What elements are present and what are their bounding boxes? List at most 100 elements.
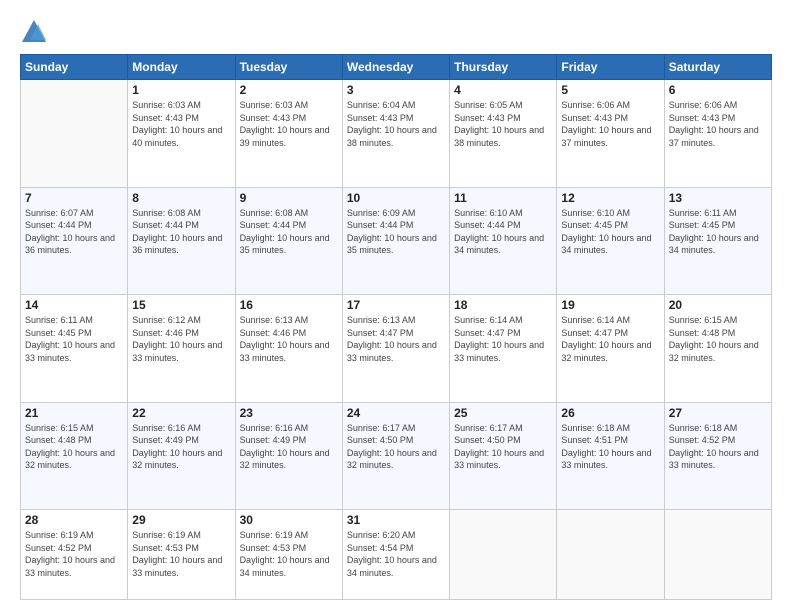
- day-info: Sunrise: 6:08 AMSunset: 4:44 PMDaylight:…: [240, 207, 338, 257]
- day-info: Sunrise: 6:19 AMSunset: 4:53 PMDaylight:…: [132, 529, 230, 579]
- weekday-header-thursday: Thursday: [450, 55, 557, 80]
- calendar-day-cell: 7 Sunrise: 6:07 AMSunset: 4:44 PMDaylight…: [21, 187, 128, 295]
- day-number: 12: [561, 191, 659, 205]
- day-number: 9: [240, 191, 338, 205]
- day-number: 1: [132, 83, 230, 97]
- day-number: 22: [132, 406, 230, 420]
- calendar-day-cell: 15 Sunrise: 6:12 AMSunset: 4:46 PMDayligh…: [128, 295, 235, 403]
- day-number: 2: [240, 83, 338, 97]
- day-number: 29: [132, 513, 230, 527]
- day-number: 5: [561, 83, 659, 97]
- day-info: Sunrise: 6:13 AMSunset: 4:47 PMDaylight:…: [347, 314, 445, 364]
- day-info: Sunrise: 6:03 AMSunset: 4:43 PMDaylight:…: [132, 99, 230, 149]
- calendar-day-cell: 27 Sunrise: 6:18 AMSunset: 4:52 PMDayligh…: [664, 402, 771, 510]
- calendar-week-row: 1 Sunrise: 6:03 AMSunset: 4:43 PMDaylight…: [21, 80, 772, 188]
- weekday-header-wednesday: Wednesday: [342, 55, 449, 80]
- day-info: Sunrise: 6:15 AMSunset: 4:48 PMDaylight:…: [25, 422, 123, 472]
- day-info: Sunrise: 6:06 AMSunset: 4:43 PMDaylight:…: [669, 99, 767, 149]
- calendar-table: SundayMondayTuesdayWednesdayThursdayFrid…: [20, 54, 772, 600]
- day-number: 26: [561, 406, 659, 420]
- page: SundayMondayTuesdayWednesdayThursdayFrid…: [0, 0, 792, 612]
- weekday-header-sunday: Sunday: [21, 55, 128, 80]
- day-number: 19: [561, 298, 659, 312]
- day-info: Sunrise: 6:17 AMSunset: 4:50 PMDaylight:…: [454, 422, 552, 472]
- calendar-week-row: 21 Sunrise: 6:15 AMSunset: 4:48 PMDayligh…: [21, 402, 772, 510]
- logo: [20, 18, 52, 46]
- day-number: 15: [132, 298, 230, 312]
- day-info: Sunrise: 6:11 AMSunset: 4:45 PMDaylight:…: [25, 314, 123, 364]
- day-info: Sunrise: 6:13 AMSunset: 4:46 PMDaylight:…: [240, 314, 338, 364]
- day-info: Sunrise: 6:20 AMSunset: 4:54 PMDaylight:…: [347, 529, 445, 579]
- calendar-header-row: SundayMondayTuesdayWednesdayThursdayFrid…: [21, 55, 772, 80]
- day-number: 14: [25, 298, 123, 312]
- weekday-header-saturday: Saturday: [664, 55, 771, 80]
- calendar-day-cell: 20Sunrise: 6:15 AMSunset: 4:48 PMDayligh…: [664, 295, 771, 403]
- day-info: Sunrise: 6:10 AMSunset: 4:44 PMDaylight:…: [454, 207, 552, 257]
- weekday-header-monday: Monday: [128, 55, 235, 80]
- header: [20, 18, 772, 46]
- day-number: 24: [347, 406, 445, 420]
- calendar-day-cell: 16Sunrise: 6:13 AMSunset: 4:46 PMDayligh…: [235, 295, 342, 403]
- day-number: 10: [347, 191, 445, 205]
- calendar-day-cell: 8Sunrise: 6:08 AMSunset: 4:44 PMDaylight…: [128, 187, 235, 295]
- day-info: Sunrise: 6:16 AMSunset: 4:49 PMDaylight:…: [132, 422, 230, 472]
- day-number: 27: [669, 406, 767, 420]
- day-info: Sunrise: 6:12 AMSunset: 4:46 PMDaylight:…: [132, 314, 230, 364]
- calendar-day-cell: 18 Sunrise: 6:14 AMSunset: 4:47 PMDayligh…: [450, 295, 557, 403]
- day-info: Sunrise: 6:07 AMSunset: 4:44 PMDaylight:…: [25, 207, 123, 257]
- calendar-day-cell: 2 Sunrise: 6:03 AMSunset: 4:43 PMDaylight…: [235, 80, 342, 188]
- calendar-week-row: 14 Sunrise: 6:11 AMSunset: 4:45 PMDayligh…: [21, 295, 772, 403]
- logo-icon: [20, 18, 48, 46]
- day-info: Sunrise: 6:19 AMSunset: 4:53 PMDaylight:…: [240, 529, 338, 579]
- day-info: Sunrise: 6:14 AMSunset: 4:47 PMDaylight:…: [454, 314, 552, 364]
- calendar-day-cell: 30 Sunrise: 6:19 AMSunset: 4:53 PMDayligh…: [235, 510, 342, 600]
- weekday-header-friday: Friday: [557, 55, 664, 80]
- calendar-day-cell: [557, 510, 664, 600]
- day-number: 28: [25, 513, 123, 527]
- day-info: Sunrise: 6:03 AMSunset: 4:43 PMDaylight:…: [240, 99, 338, 149]
- calendar-day-cell: 1 Sunrise: 6:03 AMSunset: 4:43 PMDaylight…: [128, 80, 235, 188]
- day-info: Sunrise: 6:18 AMSunset: 4:52 PMDaylight:…: [669, 422, 767, 472]
- calendar-day-cell: 19Sunrise: 6:14 AMSunset: 4:47 PMDayligh…: [557, 295, 664, 403]
- day-number: 11: [454, 191, 552, 205]
- day-number: 23: [240, 406, 338, 420]
- calendar-day-cell: 17 Sunrise: 6:13 AMSunset: 4:47 PMDayligh…: [342, 295, 449, 403]
- day-number: 30: [240, 513, 338, 527]
- calendar-day-cell: 12 Sunrise: 6:10 AMSunset: 4:45 PMDayligh…: [557, 187, 664, 295]
- day-info: Sunrise: 6:16 AMSunset: 4:49 PMDaylight:…: [240, 422, 338, 472]
- day-number: 17: [347, 298, 445, 312]
- day-info: Sunrise: 6:06 AMSunset: 4:43 PMDaylight:…: [561, 99, 659, 149]
- calendar-day-cell: 9 Sunrise: 6:08 AMSunset: 4:44 PMDaylight…: [235, 187, 342, 295]
- weekday-header-tuesday: Tuesday: [235, 55, 342, 80]
- calendar-day-cell: 13 Sunrise: 6:11 AMSunset: 4:45 PMDayligh…: [664, 187, 771, 295]
- day-info: Sunrise: 6:19 AMSunset: 4:52 PMDaylight:…: [25, 529, 123, 579]
- day-number: 31: [347, 513, 445, 527]
- day-number: 13: [669, 191, 767, 205]
- day-info: Sunrise: 6:18 AMSunset: 4:51 PMDaylight:…: [561, 422, 659, 472]
- day-number: 21: [25, 406, 123, 420]
- day-info: Sunrise: 6:04 AMSunset: 4:43 PMDaylight:…: [347, 99, 445, 149]
- day-number: 3: [347, 83, 445, 97]
- day-number: 20: [669, 298, 767, 312]
- calendar-day-cell: 4Sunrise: 6:05 AMSunset: 4:43 PMDaylight…: [450, 80, 557, 188]
- calendar-day-cell: 14 Sunrise: 6:11 AMSunset: 4:45 PMDayligh…: [21, 295, 128, 403]
- day-number: 25: [454, 406, 552, 420]
- calendar-day-cell: [450, 510, 557, 600]
- day-info: Sunrise: 6:09 AMSunset: 4:44 PMDaylight:…: [347, 207, 445, 257]
- calendar-day-cell: 24Sunrise: 6:17 AMSunset: 4:50 PMDayligh…: [342, 402, 449, 510]
- calendar-day-cell: [21, 80, 128, 188]
- calendar-day-cell: 3 Sunrise: 6:04 AMSunset: 4:43 PMDaylight…: [342, 80, 449, 188]
- day-number: 18: [454, 298, 552, 312]
- day-number: 7: [25, 191, 123, 205]
- calendar-day-cell: 5 Sunrise: 6:06 AMSunset: 4:43 PMDaylight…: [557, 80, 664, 188]
- calendar-week-row: 28 Sunrise: 6:19 AMSunset: 4:52 PMDayligh…: [21, 510, 772, 600]
- day-info: Sunrise: 6:11 AMSunset: 4:45 PMDaylight:…: [669, 207, 767, 257]
- calendar-day-cell: 23 Sunrise: 6:16 AMSunset: 4:49 PMDayligh…: [235, 402, 342, 510]
- calendar-day-cell: 28 Sunrise: 6:19 AMSunset: 4:52 PMDayligh…: [21, 510, 128, 600]
- day-info: Sunrise: 6:10 AMSunset: 4:45 PMDaylight:…: [561, 207, 659, 257]
- calendar-day-cell: 31 Sunrise: 6:20 AMSunset: 4:54 PMDayligh…: [342, 510, 449, 600]
- calendar-day-cell: [664, 510, 771, 600]
- day-info: Sunrise: 6:08 AMSunset: 4:44 PMDaylight:…: [132, 207, 230, 257]
- calendar-week-row: 7 Sunrise: 6:07 AMSunset: 4:44 PMDaylight…: [21, 187, 772, 295]
- day-number: 6: [669, 83, 767, 97]
